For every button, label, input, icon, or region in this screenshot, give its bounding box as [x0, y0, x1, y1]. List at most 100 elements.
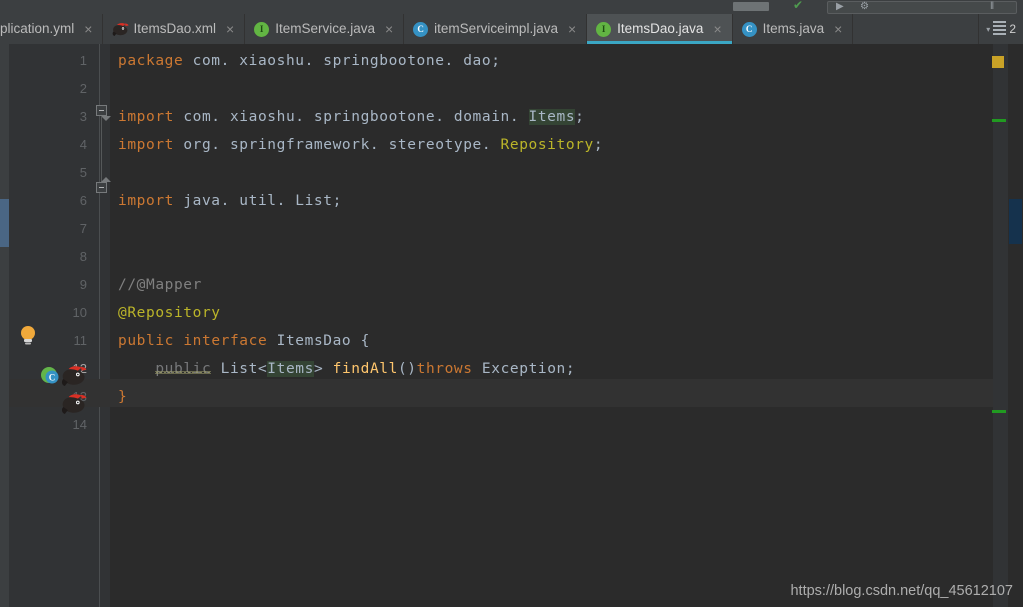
editor-tab-bar[interactable]: plication.yml × ItemsDao.xml × I ItemSer…	[0, 14, 1023, 44]
code-line[interactable]: }	[118, 383, 127, 411]
editor-tab-itemsdao-java[interactable]: I ItemsDao.java ×	[587, 14, 733, 44]
tab-label: plication.yml	[0, 21, 75, 36]
list-icon	[993, 21, 1007, 37]
pause-icon[interactable]: ‖	[990, 0, 994, 14]
code-editor[interactable]: 1234567891011121314 C	[0, 44, 1023, 607]
intention-action-bulb[interactable]	[18, 325, 38, 347]
vertical-scrollbar[interactable]	[1008, 44, 1023, 607]
code-token: >	[313, 361, 333, 377]
code-token: findAll	[332, 361, 398, 377]
code-line[interactable]: import com. xiaoshu. springbootone. doma…	[118, 103, 585, 131]
gutter-fold-rail	[99, 44, 100, 607]
close-icon[interactable]: ×	[832, 22, 844, 36]
run-icon[interactable]: ▶	[836, 0, 844, 14]
tab-label: ItemService.java	[275, 21, 375, 36]
implemented-by-class-marker[interactable]: C	[40, 366, 62, 391]
code-line[interactable]: @Repository	[118, 299, 221, 327]
code-token: Repository	[500, 137, 594, 153]
code-text-area[interactable]: package com. xiaoshu. springbootone. dao…	[110, 44, 993, 607]
hidden-tab-count: 2	[1009, 22, 1016, 36]
code-token: }	[118, 389, 128, 405]
tab-label: itemServiceimpl.java	[434, 21, 558, 36]
line-number: 5	[79, 165, 87, 180]
code-token: List<	[211, 361, 268, 377]
code-line[interactable]: package com. xiaoshu. springbootone. dao…	[118, 47, 501, 75]
line-number: 9	[79, 277, 87, 292]
warning-indicator[interactable]	[992, 56, 1004, 68]
fold-marker-collapse[interactable]	[96, 105, 111, 121]
close-icon[interactable]: ×	[711, 22, 723, 36]
line-number: 8	[79, 249, 87, 264]
code-line[interactable]: public interface ItemsDao {	[118, 327, 370, 355]
code-line[interactable]: import java. util. List;	[118, 187, 342, 215]
vertical-scrollbar-thumb[interactable]	[1009, 199, 1022, 244]
code-line[interactable]: //@Mapper	[118, 271, 202, 299]
editor-tab-itemsdao-xml[interactable]: ItemsDao.xml ×	[103, 14, 246, 44]
code-token: @Repository	[118, 305, 221, 321]
code-token: Items	[528, 109, 576, 125]
line-number: 6	[79, 193, 87, 208]
mybatis-mapper-navigate-icon[interactable]	[61, 364, 87, 393]
editor-tab-items-java[interactable]: C Items.java ×	[733, 14, 854, 44]
tab-overflow-list[interactable]: ▾ 2	[978, 14, 1023, 44]
fold-region-bar	[101, 116, 102, 182]
code-token: import	[118, 193, 174, 209]
java-interface-icon: I	[596, 21, 612, 37]
close-icon[interactable]: ×	[566, 22, 578, 36]
code-token: com. xiaoshu. springbootone. dao	[183, 53, 492, 69]
java-interface-icon: I	[254, 21, 270, 37]
line-number: 2	[79, 81, 87, 96]
code-token: import	[118, 137, 174, 153]
code-token: throws	[416, 361, 473, 377]
line-number: 3	[79, 109, 87, 124]
editor-tab-itemserviceimpl-java[interactable]: C itemServiceimpl.java ×	[404, 14, 588, 44]
module-selector-icon[interactable]	[733, 2, 769, 11]
editor-tab-itemservice-java[interactable]: I ItemService.java ×	[245, 14, 405, 44]
build-ok-icon[interactable]: ✔	[793, 0, 803, 14]
code-token: java. util. List;	[173, 193, 342, 209]
code-token: public	[118, 333, 174, 349]
code-token: ()	[397, 361, 417, 377]
close-icon[interactable]: ×	[82, 22, 94, 36]
green-change-marker	[992, 410, 1006, 413]
code-token: ItemsDao	[267, 333, 361, 349]
code-token: interface	[183, 333, 268, 349]
close-icon[interactable]: ×	[383, 22, 395, 36]
code-token: Items	[267, 361, 314, 377]
left-scrollbar-track[interactable]	[0, 44, 9, 607]
code-token: public	[155, 361, 212, 377]
code-line[interactable]: public List<Items> findAll()throws Excep…	[118, 355, 575, 383]
mybatis-mapper-navigate-icon[interactable]	[61, 392, 87, 421]
run-debug-toolbar-group[interactable]	[827, 1, 1017, 14]
close-icon[interactable]: ×	[224, 22, 236, 36]
java-class-icon: C	[741, 21, 757, 37]
svg-text:C: C	[49, 373, 56, 383]
watermark-text: https://blog.csdn.net/qq_45612107	[790, 583, 1013, 599]
error-stripe-gutter[interactable]	[992, 44, 1008, 607]
line-number: 4	[79, 137, 87, 152]
code-token: ;	[593, 137, 604, 153]
java-class-icon: C	[413, 21, 429, 37]
code-token: import	[118, 109, 174, 125]
green-change-marker	[992, 119, 1006, 122]
mybatis-bird-icon	[112, 22, 129, 37]
debug-icon[interactable]: ⚙	[860, 0, 869, 14]
code-token: org. springframework. stereotype.	[173, 137, 501, 153]
chevron-down-icon[interactable]: ▾	[986, 25, 990, 34]
code-line[interactable]: import org. springframework. stereotype.…	[118, 131, 603, 159]
tab-label: ItemsDao.java	[617, 21, 704, 36]
code-token: Exception;	[472, 361, 576, 377]
line-number: 10	[72, 305, 87, 320]
line-number: 1	[79, 53, 87, 68]
code-token: ;	[491, 53, 501, 69]
tab-label: ItemsDao.xml	[133, 21, 216, 36]
tab-label: Items.java	[762, 21, 825, 36]
idea-editor-window: ✔ ▶ ⚙ ‖ plication.yml × ItemsDao.xml × I…	[0, 0, 1023, 607]
editor-tab-application-yml[interactable]: plication.yml ×	[0, 14, 104, 44]
fold-marker-end[interactable]	[96, 177, 111, 193]
code-token: ;	[575, 109, 585, 125]
main-toolbar-partial: ✔ ▶ ⚙ ‖	[0, 0, 1023, 14]
left-scrollbar-thumb[interactable]	[0, 199, 9, 247]
